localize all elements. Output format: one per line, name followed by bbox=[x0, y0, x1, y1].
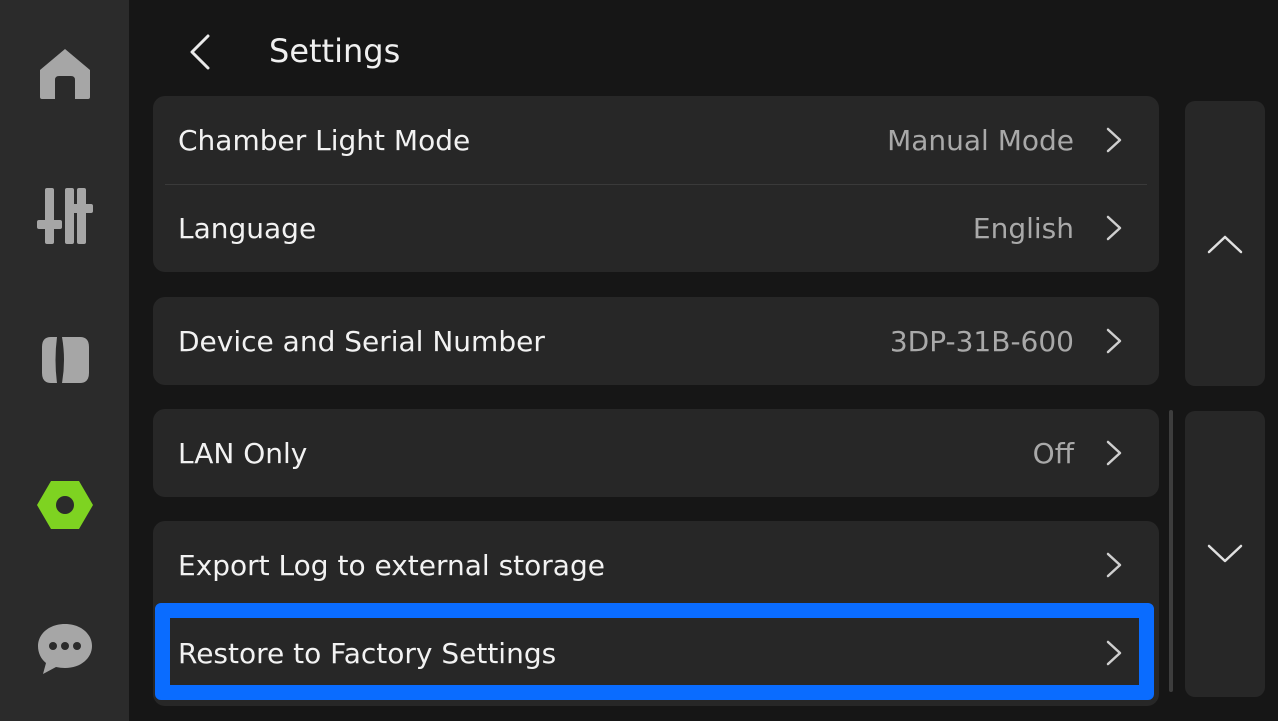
nav-item-filament[interactable] bbox=[22, 317, 108, 403]
row-label: LAN Only bbox=[178, 436, 308, 470]
row-export-log[interactable]: Export Log to external storage bbox=[153, 521, 1159, 609]
chevron-up-icon bbox=[1207, 235, 1243, 253]
settings-group-network: LAN Only Off bbox=[153, 409, 1159, 497]
scrollbar[interactable] bbox=[1169, 410, 1173, 692]
chevron-right-icon bbox=[1106, 215, 1122, 241]
chevron-right-icon bbox=[1106, 440, 1122, 466]
chevron-right-icon bbox=[1106, 127, 1122, 153]
nav-rail bbox=[0, 0, 129, 721]
row-value: English bbox=[972, 211, 1074, 245]
nav-item-controls[interactable] bbox=[22, 173, 108, 259]
back-button[interactable] bbox=[170, 22, 230, 82]
scroll-down-button[interactable] bbox=[1185, 411, 1265, 697]
row-device-serial-number[interactable]: Device and Serial Number 3DP-31B-600 bbox=[153, 297, 1159, 385]
row-label: Device and Serial Number bbox=[178, 324, 545, 358]
settings-nut-icon bbox=[37, 481, 93, 529]
row-value: 3DP-31B-600 bbox=[889, 324, 1074, 358]
row-language[interactable]: Language English bbox=[153, 184, 1159, 272]
chevron-down-icon bbox=[1207, 544, 1243, 563]
nav-item-settings[interactable] bbox=[22, 462, 108, 548]
nav-item-home[interactable] bbox=[22, 30, 108, 116]
row-value: Manual Mode bbox=[887, 123, 1074, 157]
filament-icon bbox=[42, 337, 89, 383]
sliders-icon bbox=[37, 188, 93, 244]
chevron-right-icon bbox=[1106, 640, 1122, 666]
row-lan-only[interactable]: LAN Only Off bbox=[153, 409, 1159, 497]
row-value: Off bbox=[1032, 436, 1074, 470]
row-restore-factory-settings[interactable]: Restore to Factory Settings bbox=[153, 609, 1159, 697]
scroll-up-button[interactable] bbox=[1185, 101, 1265, 386]
settings-group-maintenance: Export Log to external storage Restore t… bbox=[153, 521, 1159, 706]
nav-item-messages[interactable] bbox=[22, 606, 108, 692]
page-title: Settings bbox=[269, 32, 401, 70]
chevron-left-icon bbox=[190, 34, 210, 70]
row-label: Export Log to external storage bbox=[178, 548, 605, 582]
home-icon bbox=[40, 49, 90, 99]
chevron-right-icon bbox=[1106, 552, 1122, 578]
settings-group-device: Device and Serial Number 3DP-31B-600 bbox=[153, 297, 1159, 385]
settings-group-display: Chamber Light Mode Manual Mode Language … bbox=[153, 96, 1159, 272]
row-label: Language bbox=[178, 211, 317, 245]
row-chamber-light-mode[interactable]: Chamber Light Mode Manual Mode bbox=[153, 96, 1159, 184]
settings-screen: Settings Chamber Light Mode Manual Mode … bbox=[0, 0, 1278, 721]
row-label: Restore to Factory Settings bbox=[178, 636, 557, 670]
chevron-right-icon bbox=[1106, 328, 1122, 354]
chat-bubble-icon bbox=[38, 624, 92, 674]
row-label: Chamber Light Mode bbox=[178, 123, 471, 157]
